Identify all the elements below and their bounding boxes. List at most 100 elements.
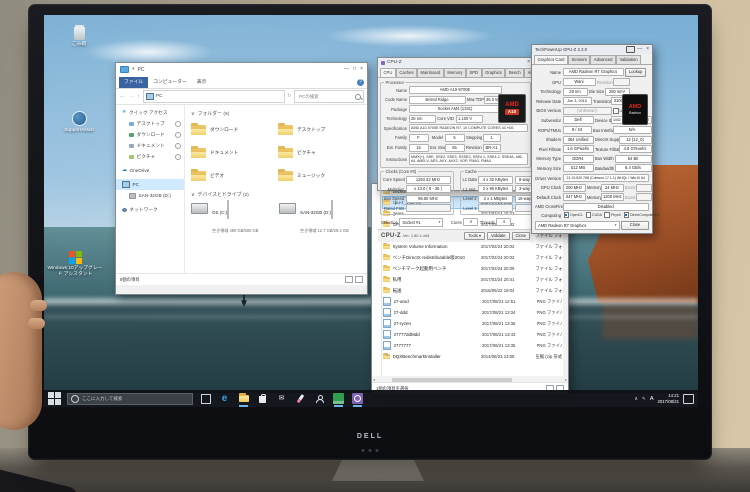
desktop-icon-recycle-bin[interactable]: ごみ箱: [50, 25, 108, 48]
search-input[interactable]: [297, 93, 354, 100]
tab-spd[interactable]: SPD: [465, 68, 482, 77]
ime-indicator[interactable]: A: [650, 396, 654, 402]
close-icon[interactable]: ×: [646, 45, 649, 54]
close-button[interactable]: Close: [621, 221, 649, 230]
file-row[interactable]: System Volume Information 2017/02/24 20:0…: [383, 241, 562, 252]
back-icon[interactable]: ←: [119, 92, 126, 101]
file-row[interactable]: 27-amd 2017/08/21 12:51 PNG ファイル: [383, 296, 562, 307]
folder-icon: [191, 123, 206, 135]
section-header-devices[interactable]: ∨ デバイスとドライブ (2): [191, 191, 361, 199]
uefi-checkbox[interactable]: [613, 108, 619, 114]
drive-tile-c[interactable]: OS (C:) 空き領域 490 GB/505 GB: [191, 200, 273, 237]
minimize-icon[interactable]: —: [637, 45, 642, 54]
tab-view[interactable]: 表示: [192, 77, 212, 88]
tools-button[interactable]: Tools ▾: [464, 231, 486, 241]
file-row[interactable]: 27-ryzen 2017/08/21 13:36 PNG ファイル: [383, 318, 562, 329]
file-explorer-button[interactable]: [237, 392, 250, 407]
folder-tile-music[interactable]: ミュージック: [278, 166, 361, 186]
tab-advanced[interactable]: Advanced: [590, 55, 616, 64]
sidebar-item-network[interactable]: ネットワーク: [116, 204, 184, 215]
people-button[interactable]: [313, 392, 326, 406]
folder-tile-documents[interactable]: ドキュメント: [191, 143, 274, 163]
cloud: [324, 25, 494, 47]
paint-brush-icon: [296, 394, 305, 403]
tab-graphics-card[interactable]: Graphics Card: [534, 55, 568, 64]
taskbar-search[interactable]: ここに入力して検索: [67, 392, 193, 405]
breadcrumb[interactable]: PC: [142, 90, 285, 103]
cpuz-taskbar-button[interactable]: [332, 392, 345, 407]
desktop-icon-win10-upgrade[interactable]: Windows 10アップグレード アシスタント: [46, 251, 104, 277]
desktop-icon-supportassist[interactable]: SupportAssist: [50, 111, 108, 134]
sidebar-item-pictures[interactable]: ピクチャ: [116, 151, 184, 162]
section-header-folders[interactable]: ∨ フォルダー (6): [191, 110, 361, 118]
forward-icon[interactable]: →: [128, 92, 135, 101]
mail-button[interactable]: ✉: [275, 392, 288, 406]
search-box[interactable]: [294, 90, 364, 103]
file-row[interactable]: DQXBenchmarkInstaller 2014/08/23 13:05 圧縮 …: [383, 351, 562, 362]
tab-memory[interactable]: Memory: [443, 68, 466, 77]
file-row[interactable]: ベンチDirectX redistributable版2010 2017/02/2…: [383, 252, 562, 263]
file-row[interactable]: ベンチマーク起動用ベンチ2017/02/24 20:09ファイル フォルダー: [383, 263, 562, 274]
close-icon[interactable]: ×: [360, 65, 363, 74]
pin-icon: [175, 131, 181, 138]
opencl-checkbox[interactable]: [563, 212, 569, 218]
qat-dropdown-icon[interactable]: ▾: [132, 67, 135, 72]
view-thumbnails-icon[interactable]: [355, 276, 363, 283]
gpu-select[interactable]: AMD Radeon R7 Graphics ▾: [535, 220, 620, 230]
file-row[interactable]: 私用2017/02/24 20:41ファイル フォルダー: [383, 274, 562, 285]
cuda-checkbox[interactable]: [585, 212, 592, 218]
file-row[interactable]: 2777777 2017/08/21 13:35 PNG ファイル: [383, 340, 562, 351]
sidebar-item-desktop[interactable]: デスクトップ: [116, 118, 184, 129]
explorer-titlebar[interactable]: ▾ PC — □ ×: [116, 63, 367, 76]
store-button[interactable]: [256, 392, 269, 406]
sidebar-item-quick-access[interactable]: ★ クイック アクセス: [116, 107, 184, 118]
tab-graphics[interactable]: Graphics: [481, 68, 506, 77]
action-center-icon[interactable]: [683, 393, 694, 404]
directcompute-checkbox[interactable]: [623, 212, 630, 218]
close-icon[interactable]: ×: [527, 58, 530, 67]
tab-bench[interactable]: Bench: [505, 68, 525, 77]
sidebar-item-downloads[interactable]: ダウンロード: [116, 129, 184, 140]
sidebar-item-pc[interactable]: PC: [116, 179, 184, 190]
scrollbar-thumb[interactable]: [391, 377, 512, 382]
refresh-icon[interactable]: ↻: [287, 92, 291, 101]
validate-button[interactable]: Validate: [487, 231, 510, 241]
folder-tile-pictures[interactable]: ピクチャ: [278, 143, 361, 163]
tab-file[interactable]: ファイル: [119, 76, 149, 88]
pen-tray-icon[interactable]: ✎: [642, 396, 646, 402]
edge-button[interactable]: e: [218, 392, 231, 406]
tab-mainboard[interactable]: Mainboard: [417, 68, 444, 77]
sidebar-item-onedrive[interactable]: ☁ OneDrive: [116, 165, 184, 176]
drive-tile-d[interactable]: SAN-32GB (D:) 空き領域 12.7 GB/29.4 GB: [279, 200, 361, 237]
maximize-icon[interactable]: □: [353, 65, 356, 74]
file-row[interactable]: 27-ddd 2017/08/21 13:34 PNG ファイル: [383, 307, 562, 318]
tab-cpu[interactable]: CPU: [380, 68, 396, 77]
folder-tile-downloads[interactable]: ダウンロード: [191, 120, 274, 140]
minimize-icon[interactable]: —: [344, 65, 349, 74]
paint-button[interactable]: [294, 392, 307, 406]
tab-computer[interactable]: コンピューター: [148, 77, 192, 88]
start-button[interactable]: [48, 392, 61, 405]
sidebar-item-documents[interactable]: ドキュメント: [116, 140, 184, 151]
file-row[interactable]: 転送2016/05/22 19:04ファイル フォルダー: [383, 285, 562, 296]
help-icon[interactable]: ?: [357, 78, 364, 86]
sidebar-item-usb-drive[interactable]: SAN-32GB (D:): [116, 190, 184, 201]
physx-checkbox[interactable]: [604, 212, 610, 218]
tab-validation[interactable]: Validation: [616, 55, 642, 64]
gpuz-taskbar-button[interactable]: [351, 392, 364, 407]
lookup-button[interactable]: Lookup: [625, 68, 647, 77]
show-hidden-icons[interactable]: ∧: [634, 396, 638, 402]
tab-sensors[interactable]: Sensors: [568, 55, 591, 64]
screenshot-camera-icon[interactable]: [626, 46, 636, 53]
tab-caches[interactable]: Caches: [395, 68, 418, 77]
task-view-button[interactable]: [199, 392, 212, 406]
close-button[interactable]: Close: [511, 231, 530, 241]
folder-tile-desktop[interactable]: デスクトップ: [278, 120, 361, 140]
view-list-icon[interactable]: [345, 276, 353, 283]
file-row[interactable]: 27777ddMdd 2017/08/21 13:43 PNG ファイル: [383, 329, 562, 340]
quick-access-toolbar-icon[interactable]: [120, 65, 129, 74]
up-icon[interactable]: ↑: [137, 92, 140, 101]
taskbar-clock[interactable]: 14:21 2017/08/21: [657, 393, 679, 403]
socket-select[interactable]: Socket #1 ▾: [399, 217, 444, 227]
folder-tile-videos[interactable]: ビデオ: [191, 166, 274, 186]
